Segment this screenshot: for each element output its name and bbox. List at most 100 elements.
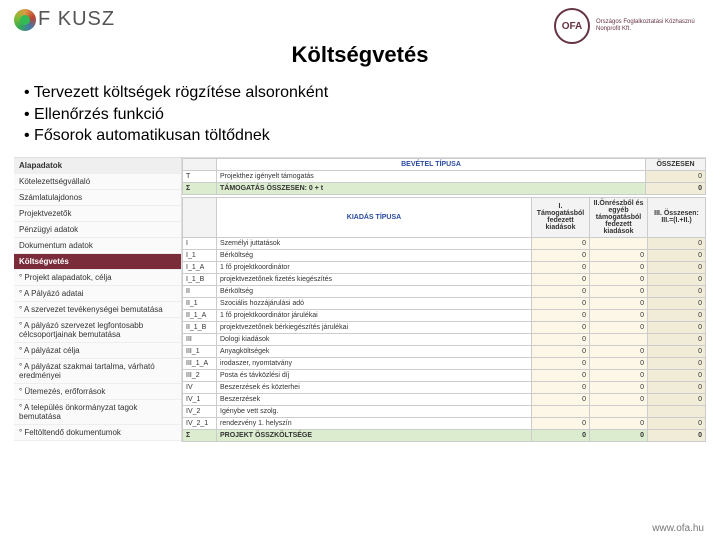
expense-row-label: Bérköltség <box>217 249 532 261</box>
expense-row-label: projektvezetőnek bérkiegészítés járuléka… <box>217 321 532 333</box>
sidebar-item[interactable]: Projektvezetők <box>14 206 181 222</box>
bullet-item: Fősorok automatikusan töltődnek <box>24 125 706 147</box>
expense-cell-total: 0 <box>648 249 706 261</box>
expense-cell-total: 0 <box>648 321 706 333</box>
income-row-value[interactable]: 0 <box>646 170 706 182</box>
expense-cell[interactable]: 0 <box>532 357 590 369</box>
expense-cell-total: 0 <box>648 309 706 321</box>
expense-cell[interactable]: 0 <box>532 285 590 297</box>
income-row-label: TÁMOGATÁS ÖSSZESEN: 0 + t <box>217 182 646 194</box>
expense-cell[interactable]: 0 <box>590 345 648 357</box>
expense-cell[interactable]: 0 <box>590 357 648 369</box>
expense-cell[interactable]: 0 <box>532 273 590 285</box>
ofa-badge: OFA <box>554 8 590 44</box>
expense-cell[interactable]: 0 <box>590 285 648 297</box>
expense-cell[interactable]: 0 <box>590 429 648 441</box>
expense-cell[interactable] <box>590 237 648 249</box>
sidebar-item[interactable]: ° A pályázat szakmai tartalma, várható e… <box>14 359 181 384</box>
expense-cell[interactable]: 0 <box>532 333 590 345</box>
expense-cell[interactable]: 0 <box>532 321 590 333</box>
expense-row-label: Személyi juttatások <box>217 237 532 249</box>
expense-row-label: Anyagköltségek <box>217 345 532 357</box>
expense-cell[interactable]: 0 <box>532 381 590 393</box>
expense-row-label: Szociális hozzájárulási adó <box>217 297 532 309</box>
expense-cell[interactable]: 0 <box>590 417 648 429</box>
expense-cell[interactable]: 0 <box>532 261 590 273</box>
expense-cell-total: 0 <box>648 333 706 345</box>
expense-row-label: Posta és távközlési díj <box>217 369 532 381</box>
expense-row-label: 1 fő projektkoordinátor <box>217 261 532 273</box>
expense-cell-total: 0 <box>648 381 706 393</box>
expense-cell[interactable] <box>532 405 590 417</box>
footer-url: www.ofa.hu <box>652 523 704 534</box>
sidebar-item[interactable]: Kötelezettségvállaló <box>14 174 181 190</box>
expense-row-label: projektvezetőnek fizetés kiegészítés <box>217 273 532 285</box>
expense-row-label: Beszerzések és közterhei <box>217 381 532 393</box>
sidebar-item[interactable]: Pénzügyi adatok <box>14 222 181 238</box>
expense-header-type: KIADÁS TÍPUSA <box>217 197 532 237</box>
expense-cell[interactable]: 0 <box>590 273 648 285</box>
sidebar-item[interactable]: Dokumentum adatok <box>14 238 181 254</box>
page-title: Költségvetés <box>14 42 706 68</box>
expense-cell[interactable]: 0 <box>532 393 590 405</box>
expense-cell[interactable]: 0 <box>532 345 590 357</box>
sidebar-item[interactable]: Számlatulajdonos <box>14 190 181 206</box>
expense-cell-total: 0 <box>648 417 706 429</box>
sidebar-item[interactable]: ° A pályázat célja <box>14 343 181 359</box>
expense-cell[interactable]: 0 <box>532 369 590 381</box>
sidebar-item[interactable]: ° A szervezet tevékenységei bemutatása <box>14 302 181 318</box>
expense-cell[interactable]: 0 <box>532 417 590 429</box>
sidebar-item[interactable]: ° A Pályázó adatai <box>14 286 181 302</box>
income-row-label: Projekthez igényelt támogatás <box>217 170 646 182</box>
expense-row-label: Beszerzések <box>217 393 532 405</box>
main-panel: BEVÉTEL TÍPUSAÖSSZESENTProjekthez igénye… <box>182 158 706 442</box>
logo-left: F KUSZ <box>14 8 115 31</box>
sidebar-item[interactable]: ° Projekt alapadatok, célja <box>14 270 181 286</box>
expense-cell-total: 0 <box>648 237 706 249</box>
logo-right: OFA Országos Foglalkoztatási Közhasznú N… <box>554 8 706 44</box>
expense-row-label: Bérköltség <box>217 285 532 297</box>
bullet-item: Ellenőrzés funkció <box>24 104 706 126</box>
bullet-item: Tervezett költségek rögzítése alsoronkén… <box>24 82 706 104</box>
expense-cell-total: 0 <box>648 393 706 405</box>
expense-cell-total: 0 <box>648 273 706 285</box>
expense-cell-total: 0 <box>648 285 706 297</box>
expense-cell-total <box>648 405 706 417</box>
expense-cell[interactable]: 0 <box>590 369 648 381</box>
sidebar-item[interactable]: ° Feltöltendő dokumentumok <box>14 425 181 441</box>
expense-cell[interactable]: 0 <box>590 321 648 333</box>
expense-cell[interactable]: 0 <box>532 249 590 261</box>
expense-row-label: Igénybe vett szolg. <box>217 405 532 417</box>
income-header-type: BEVÉTEL TÍPUSA <box>217 158 646 170</box>
expense-cell[interactable] <box>590 333 648 345</box>
expense-table: KIADÁS TÍPUSAI. Támogatásból fedezett ki… <box>182 197 706 442</box>
expense-cell[interactable]: 0 <box>590 297 648 309</box>
sidebar-item[interactable]: Költségvetés <box>14 254 181 270</box>
expense-cell[interactable]: 0 <box>590 309 648 321</box>
sidebar-item[interactable]: ° A pályázó szervezet legfontosabb célcs… <box>14 318 181 343</box>
expense-cell[interactable]: 0 <box>532 309 590 321</box>
expense-row-label: 1 fő projektkoordinátor járulékai <box>217 309 532 321</box>
sidebar-item[interactable]: ° A település önkormányzat tagok bemutat… <box>14 400 181 425</box>
expense-row-label: PROJEKT ÖSSZKÖLTSÉGE <box>217 429 532 441</box>
expense-cell-total: 0 <box>648 345 706 357</box>
expense-cell[interactable]: 0 <box>590 381 648 393</box>
income-table: BEVÉTEL TÍPUSAÖSSZESENTProjekthez igénye… <box>182 158 706 195</box>
expense-cell[interactable]: 0 <box>532 237 590 249</box>
expense-cell-total: 0 <box>648 429 706 441</box>
income-header-total: ÖSSZESEN <box>646 158 706 170</box>
bullet-list: Tervezett költségek rögzítése alsoronkén… <box>24 82 706 147</box>
expense-row-label: rendezvény 1. helyszín <box>217 417 532 429</box>
expense-cell-total: 0 <box>648 297 706 309</box>
sidebar-item[interactable]: ° Ütemezés, erőforrások <box>14 384 181 400</box>
expense-cell[interactable]: 0 <box>532 429 590 441</box>
expense-cell[interactable]: 0 <box>590 261 648 273</box>
expense-cell[interactable] <box>590 405 648 417</box>
app-screenshot: AlapadatokKötelezettségvállalóSzámlatula… <box>14 157 706 442</box>
expense-cell[interactable]: 0 <box>532 297 590 309</box>
income-row-value[interactable]: 0 <box>646 182 706 194</box>
expense-cell[interactable]: 0 <box>590 393 648 405</box>
expense-cell-total: 0 <box>648 369 706 381</box>
expense-cell[interactable]: 0 <box>590 249 648 261</box>
sidebar-item[interactable]: Alapadatok <box>14 158 181 174</box>
